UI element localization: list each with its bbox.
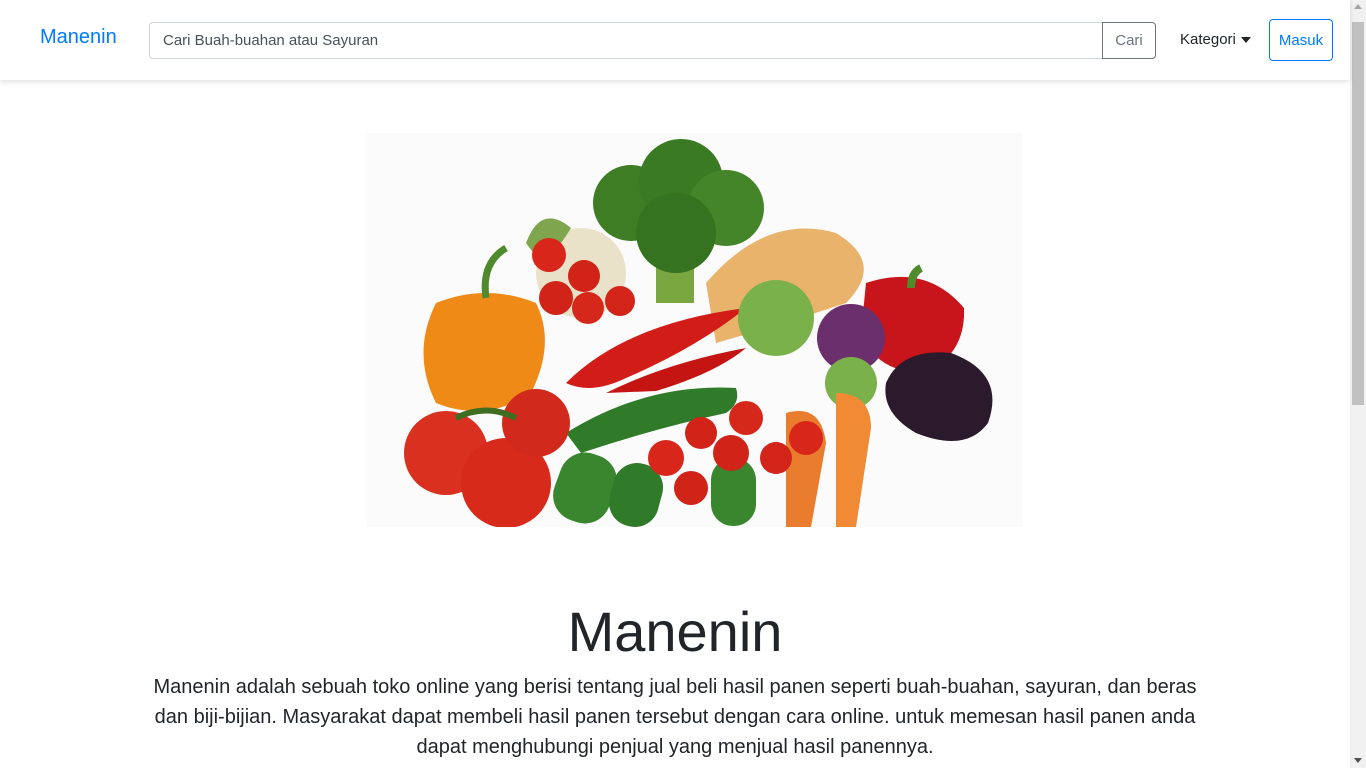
login-button[interactable]: Masuk (1269, 19, 1333, 61)
brand-link[interactable]: Manenin (40, 26, 117, 49)
hero-vegetables-image (366, 133, 1022, 527)
page-description: Manenin adalah sebuah toko online yang b… (153, 676, 1197, 758)
search-button[interactable]: Cari (1102, 22, 1156, 59)
page-title: Manenin (567, 600, 783, 663)
navbar: Manenin Cari Kategori Masuk (0, 0, 1350, 80)
caret-down-icon (1240, 36, 1251, 43)
page-scrollbar[interactable] (1350, 0, 1366, 768)
scroll-down-arrow-icon[interactable] (1354, 758, 1362, 763)
search-input[interactable] (149, 22, 1103, 59)
vegetables-illustration (404, 139, 993, 527)
category-label: Kategori (1180, 31, 1236, 48)
scroll-thumb[interactable] (1352, 22, 1364, 405)
scroll-up-arrow-icon[interactable] (1354, 4, 1362, 9)
category-dropdown[interactable]: Kategori (1180, 31, 1251, 48)
